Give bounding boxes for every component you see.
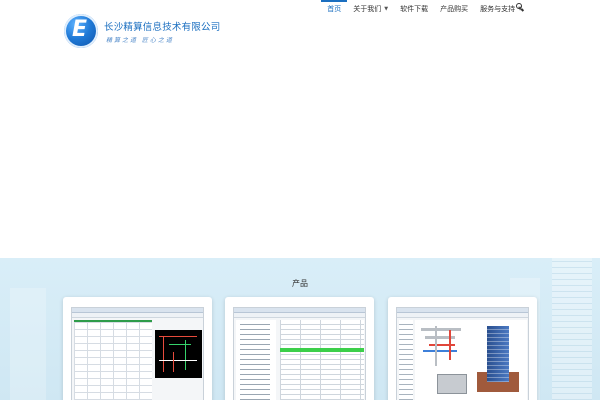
main-nav: 首页 关于我们▼ 软件下载 产品购买 服务与支持 ▼ bbox=[321, 0, 528, 18]
data-table bbox=[280, 320, 364, 400]
product-screenshot-3d-model[interactable] bbox=[396, 307, 529, 400]
pipe-segment bbox=[429, 344, 455, 346]
nav-item-label: 首页 bbox=[327, 5, 342, 13]
building-tower bbox=[487, 326, 509, 382]
logo-emblem-icon: E bbox=[64, 14, 98, 48]
spreadsheet-grid bbox=[74, 322, 152, 400]
product-card-3[interactable] bbox=[388, 297, 537, 400]
pipe-segment bbox=[423, 350, 457, 352]
highlighted-row bbox=[280, 348, 364, 352]
nav-item-label: 软件下载 bbox=[400, 5, 429, 13]
nav-item-label: 服务与支持 bbox=[480, 5, 516, 13]
window-toolbar bbox=[397, 313, 528, 318]
nav-item-label: 产品购买 bbox=[440, 5, 469, 13]
pipe-segment bbox=[421, 328, 461, 331]
company-name: 长沙精算信息技术有限公司 bbox=[104, 22, 221, 33]
cad-drawing-view bbox=[155, 330, 202, 378]
nav-item-about[interactable]: 关于我们 ▼ bbox=[347, 0, 394, 18]
nav-item-download[interactable]: 软件下载 bbox=[394, 0, 434, 18]
structure-model bbox=[437, 374, 467, 394]
product-card-2[interactable] bbox=[225, 297, 374, 400]
cad-line bbox=[185, 340, 186, 370]
chevron-down-icon: ▼ bbox=[384, 6, 389, 12]
pipe-segment bbox=[449, 330, 451, 360]
product-card-1[interactable] bbox=[63, 297, 212, 400]
model-tree-panel bbox=[399, 320, 413, 400]
cad-line bbox=[159, 360, 197, 361]
search-icon-handle bbox=[520, 8, 525, 12]
cad-line bbox=[173, 352, 174, 372]
cad-line bbox=[159, 336, 197, 337]
nav-item-label: 关于我们 bbox=[353, 5, 382, 13]
products-section: 产品 bbox=[0, 258, 600, 400]
tree-panel bbox=[236, 320, 276, 400]
3d-viewport bbox=[415, 320, 527, 400]
logo-letter: E bbox=[72, 17, 88, 42]
page: E 长沙精算信息技术有限公司 精算之道 匠心之道 首页 关于我们 ▼ 软件下载 产… bbox=[0, 0, 600, 400]
pipe-segment bbox=[435, 326, 437, 366]
company-slogan: 精算之道 匠心之道 bbox=[106, 37, 174, 44]
product-screenshot-spreadsheet[interactable] bbox=[71, 307, 204, 400]
cad-line bbox=[163, 336, 164, 372]
window-toolbar bbox=[234, 313, 365, 318]
background-building bbox=[10, 288, 46, 400]
search-icon[interactable] bbox=[516, 3, 526, 13]
product-screenshot-table[interactable] bbox=[233, 307, 366, 400]
site-logo[interactable]: E 长沙精算信息技术有限公司 精算之道 匠心之道 bbox=[64, 14, 224, 50]
window-toolbar bbox=[72, 313, 203, 318]
cad-line bbox=[169, 344, 191, 345]
products-title: 产品 bbox=[292, 279, 308, 288]
nav-item-home[interactable]: 首页 bbox=[321, 0, 348, 18]
nav-item-purchase[interactable]: 产品购买 bbox=[434, 0, 474, 18]
site-header: E 长沙精算信息技术有限公司 精算之道 匠心之道 首页 关于我们 ▼ 软件下载 产… bbox=[0, 0, 600, 258]
